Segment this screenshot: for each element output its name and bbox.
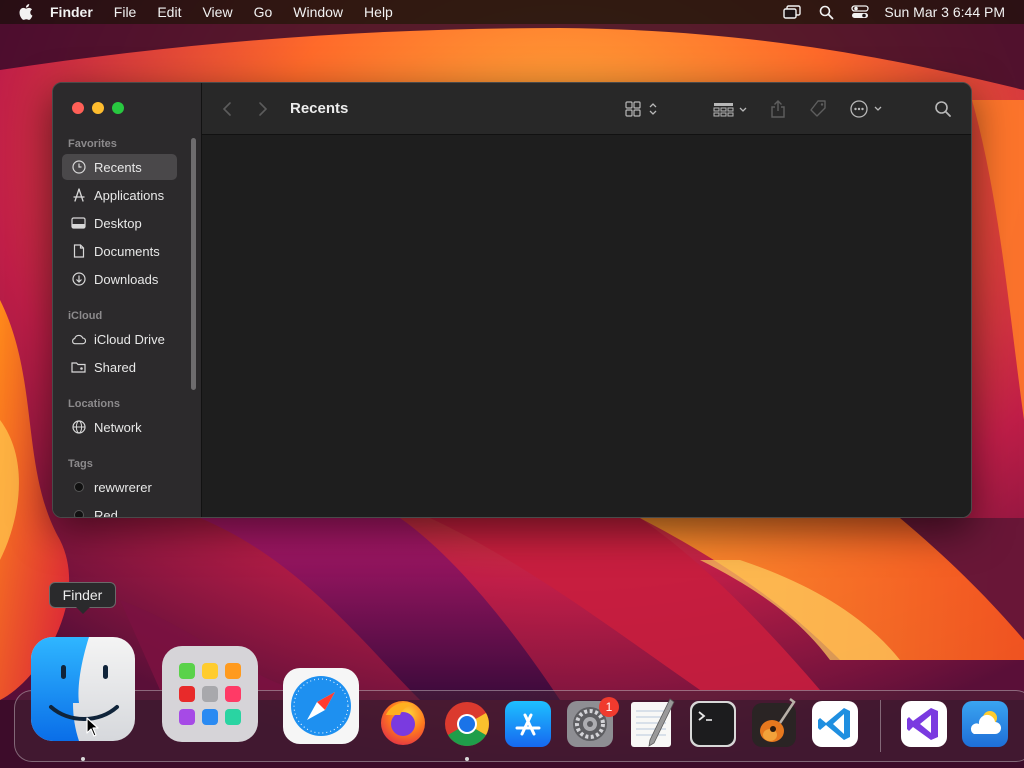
tag-dot-icon <box>71 508 86 517</box>
menu-help[interactable]: Help <box>364 4 393 20</box>
share-icon[interactable] <box>770 98 786 120</box>
sidebar-item-label: Documents <box>94 243 160 259</box>
section-tags: Tags <box>68 458 93 470</box>
menu-view[interactable]: View <box>202 4 232 20</box>
notification-badge: 1 <box>599 697 619 717</box>
sidebar-item-tag-red[interactable]: Red <box>62 502 177 518</box>
tooltip-arrow <box>76 607 90 614</box>
cloud-icon <box>71 332 86 347</box>
sidebar-item-label: rewwrerer <box>94 479 152 495</box>
section-icloud: iCloud <box>68 310 103 322</box>
finder-toolbar: Recents <box>202 83 971 135</box>
shared-folder-icon <box>71 360 86 375</box>
minimize-button[interactable] <box>92 102 104 114</box>
applications-icon <box>71 188 86 203</box>
sidebar-item-tag-rewwrerer[interactable]: rewwrerer <box>62 474 177 500</box>
section-favorites: Favorites <box>68 138 117 150</box>
group-icon[interactable] <box>713 98 749 120</box>
menu-edit[interactable]: Edit <box>157 4 181 20</box>
download-icon <box>71 272 86 287</box>
sidebar-item-label: Red <box>94 507 118 518</box>
window-title: Recents <box>290 100 349 117</box>
dock-safari-icon[interactable] <box>283 668 359 744</box>
control-center-icon[interactable] <box>850 2 870 22</box>
menu-file[interactable]: File <box>114 4 137 20</box>
sidebar-item-label: Shared <box>94 359 136 375</box>
section-locations: Locations <box>68 398 120 410</box>
dock-visual-studio-icon[interactable] <box>901 701 947 747</box>
menu-go[interactable]: Go <box>254 4 273 20</box>
sidebar-item-documents[interactable]: Documents <box>62 238 177 264</box>
sidebar-item-label: Applications <box>94 187 165 203</box>
sidebar-item-recents[interactable]: Recents <box>62 154 177 180</box>
finder-window: Favorites Recents Applications Desktop D… <box>52 82 972 518</box>
sidebar-scrollbar[interactable] <box>191 138 196 390</box>
dock-launchpad-icon[interactable] <box>162 646 258 742</box>
sidebar-item-label: Network <box>94 419 142 435</box>
menu-bar: Finder File Edit View Go Window Help Sun… <box>0 0 1024 24</box>
sidebar-item-applications[interactable]: Applications <box>62 182 177 208</box>
menu-app-name[interactable]: Finder <box>50 4 93 20</box>
tag-icon[interactable] <box>808 98 828 120</box>
sidebar-item-label: Desktop <box>94 215 142 231</box>
close-button[interactable] <box>72 102 84 114</box>
dock-weather-icon[interactable] <box>962 701 1008 747</box>
back-icon[interactable] <box>222 98 232 120</box>
spotlight-search-icon[interactable] <box>816 2 836 22</box>
tooltip-label: Finder <box>62 587 103 603</box>
dock-firefox-icon[interactable] <box>378 697 428 747</box>
menubar-clock[interactable]: Sun Mar 3 6:44 PM <box>884 4 1005 20</box>
finder-running-indicator <box>81 757 85 761</box>
mouse-pointer-icon <box>86 717 100 742</box>
sidebar-item-network[interactable]: Network <box>62 414 177 440</box>
dock-vscode-icon[interactable] <box>812 701 858 747</box>
dock-textedit-icon[interactable] <box>628 697 676 749</box>
sidebar-item-label: Recents <box>94 159 142 175</box>
dock-garageband-icon[interactable] <box>750 697 800 749</box>
sidebar-item-desktop[interactable]: Desktop <box>62 210 177 236</box>
chrome-running-indicator <box>465 757 469 761</box>
screen-mirroring-icon[interactable] <box>782 2 802 22</box>
dock-separator <box>880 700 881 752</box>
sidebar-item-label: Downloads <box>94 271 159 287</box>
finder-content-area[interactable] <box>202 135 971 517</box>
globe-icon <box>71 420 86 435</box>
sidebar-item-shared[interactable]: Shared <box>62 354 177 380</box>
clock-icon <box>71 160 86 175</box>
desktop-icon <box>71 216 86 231</box>
dock-tooltip: Finder <box>49 582 116 608</box>
search-icon[interactable] <box>934 98 952 120</box>
sidebar-item-downloads[interactable]: Downloads <box>62 266 177 292</box>
dock-app-store-icon[interactable] <box>505 701 551 747</box>
forward-icon[interactable] <box>258 98 268 120</box>
menu-window[interactable]: Window <box>293 4 343 20</box>
sidebar-item-label: iCloud Drive <box>94 331 165 347</box>
tag-dot-icon <box>71 480 86 495</box>
dock-finder-icon[interactable] <box>31 637 135 741</box>
more-icon[interactable] <box>850 98 886 120</box>
document-icon <box>71 244 86 259</box>
window-controls <box>72 102 132 114</box>
dock-terminal-icon[interactable] <box>690 701 736 747</box>
view-grid-icon[interactable] <box>625 98 659 120</box>
dock-chrome-icon[interactable] <box>443 700 491 748</box>
sidebar-item-icloud-drive[interactable]: iCloud Drive <box>62 326 177 352</box>
apple-icon[interactable] <box>16 2 36 22</box>
zoom-button[interactable] <box>112 102 124 114</box>
finder-sidebar: Favorites Recents Applications Desktop D… <box>53 83 202 517</box>
